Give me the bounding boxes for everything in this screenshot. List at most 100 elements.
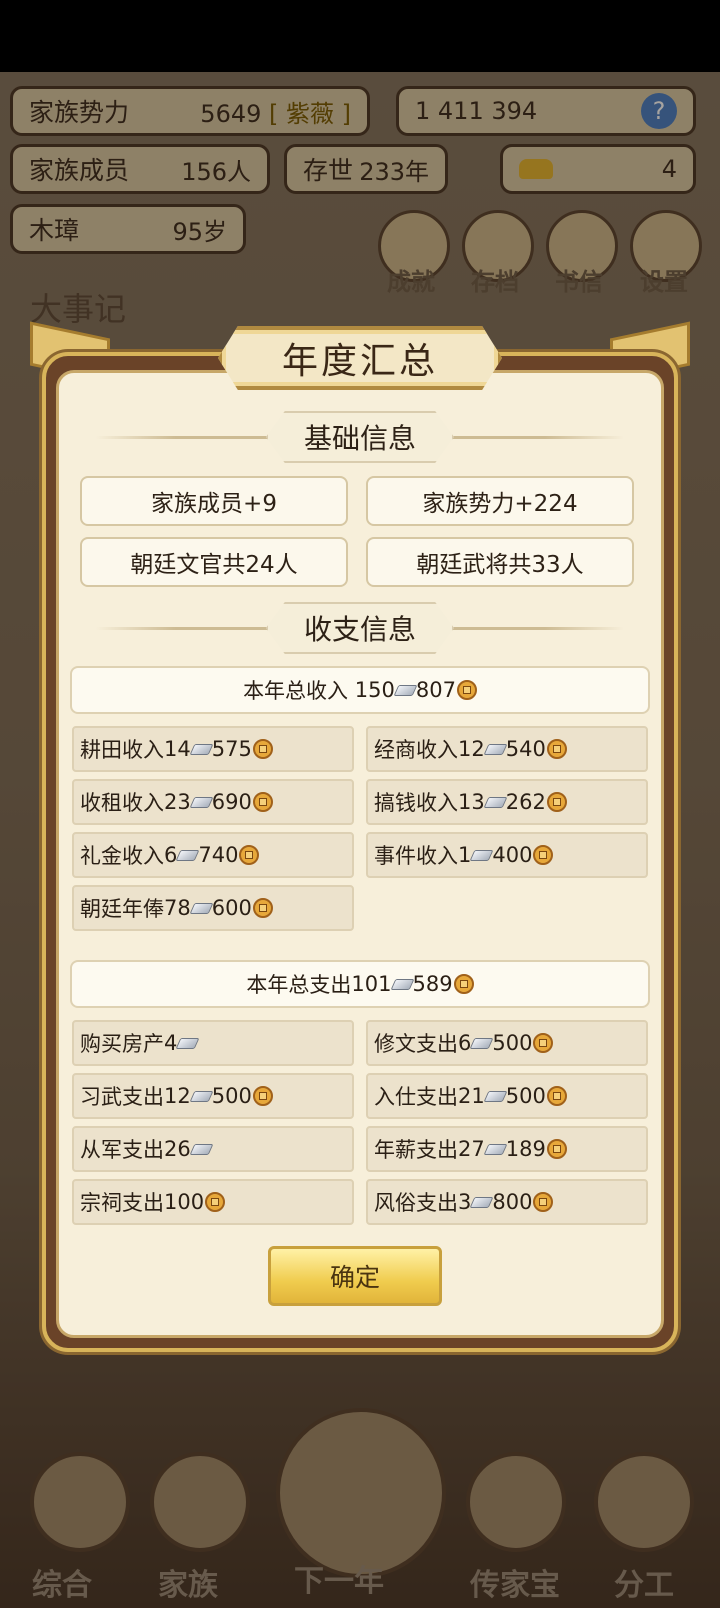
silver-ingot-icon [469,1037,494,1049]
expense-item-label: 宗祠支出 [80,1191,164,1215]
income-item-silver: 23 [164,790,191,814]
silver-ingot-icon [189,1143,214,1155]
expense-item-copper: 500 [492,1031,533,1055]
silver-ingot-icon [189,902,214,914]
income-item: 礼金收入 6 740 [72,832,354,878]
expense-item: 入仕支出 21 500 [366,1073,648,1119]
silver-ingot-icon [483,1090,508,1102]
basic-section-title: 基础信息 [265,411,454,463]
expense-item: 宗祠支出 100 [72,1179,354,1225]
status-bar [0,0,720,72]
silver-ingot-icon [483,1143,508,1155]
income-item-copper: 540 [505,737,546,761]
income-item-copper: 600 [211,896,252,920]
income-item-label: 事件收入 [374,844,458,868]
income-item-label: 朝廷年俸 [80,897,164,921]
expense-item-silver: 3 [458,1190,472,1214]
expense-item-silver: 6 [458,1031,472,1055]
expense-item: 修文支出 6 500 [366,1020,648,1066]
income-item: 耕田收入 14 575 [72,726,354,772]
expense-item-label: 年薪支出 [374,1138,458,1162]
finance-section-header: 收支信息 [96,602,624,654]
basic-info-civil: 朝廷文官共24人 [80,537,348,587]
expense-item-silver: 26 [164,1137,191,1161]
expense-item-copper: 100 [164,1190,205,1214]
expense-item-copper: 800 [492,1190,533,1214]
copper-coin-icon [533,1192,554,1212]
income-item: 经商收入 12 540 [366,726,648,772]
basic-info-members: 家族成员+9 [80,476,348,526]
confirm-label: 确定 [329,1263,380,1292]
income-total-copper: 807 [415,678,456,702]
silver-ingot-icon [175,1037,200,1049]
silver-ingot-icon [175,849,200,861]
silver-ingot-icon [189,796,214,808]
income-total-silver: 150 [354,678,395,702]
confirm-button[interactable]: 确定 [268,1246,442,1306]
income-total-row: 本年总收入 150 807 [70,666,650,714]
income-item-label: 经商收入 [374,738,458,762]
expense-item: 风俗支出 3 800 [366,1179,648,1225]
expense-item-silver: 4 [164,1031,178,1055]
copper-coin-icon [252,792,273,812]
copper-coin-icon [546,1086,567,1106]
income-item-copper: 575 [211,737,252,761]
copper-coin-icon [252,1086,273,1106]
modal-title-plaque: 年度汇总 [218,326,502,390]
copper-coin-icon [533,845,554,865]
finance-section-title: 收支信息 [265,602,454,654]
expense-item-label: 风俗支出 [374,1191,458,1215]
income-item-label: 礼金收入 [80,844,164,868]
silver-ingot-icon [483,796,508,808]
expense-item-silver: 21 [458,1084,485,1108]
silver-ingot-icon [189,1090,214,1102]
copper-coin-icon [252,739,273,759]
income-item-silver: 1 [458,843,472,867]
silver-ingot-icon [469,849,494,861]
copper-coin-icon [252,898,273,918]
basic-info-military: 朝廷武将共33人 [366,537,634,587]
expense-item: 从军支出 26 [72,1126,354,1172]
income-item-silver: 6 [164,843,178,867]
income-item-silver: 12 [458,737,485,761]
expense-item-copper: 500 [211,1084,252,1108]
income-item: 收租收入 23 690 [72,779,354,825]
income-item-label: 耕田收入 [80,738,164,762]
income-item-label: 收租收入 [80,791,164,815]
income-item: 搞钱收入 13 262 [366,779,648,825]
expense-item-label: 从军支出 [80,1138,164,1162]
expense-item-copper: 500 [505,1084,546,1108]
expense-item-copper: 189 [505,1137,546,1161]
income-total-label: 本年总收入 [243,679,349,703]
expense-item: 习武支出 12 500 [72,1073,354,1119]
income-item-copper: 740 [198,843,239,867]
income-item-copper: 262 [505,790,546,814]
expense-item-silver: 27 [458,1137,485,1161]
copper-coin-icon [533,1033,554,1053]
expense-item-label: 修文支出 [374,1032,458,1056]
silver-ingot-icon [390,978,414,990]
basic-info-power: 家族势力+224 [366,476,634,526]
income-item-copper: 690 [211,790,252,814]
expense-total-row: 本年总支出 101 589 [70,960,650,1008]
expense-item-silver: 12 [164,1084,191,1108]
expense-item-label: 习武支出 [80,1085,164,1109]
copper-coin-icon [205,1192,226,1212]
income-item: 事件收入 1 400 [366,832,648,878]
income-item-label: 搞钱收入 [374,791,458,815]
copper-coin-icon [456,680,477,700]
income-item-silver: 14 [164,737,191,761]
silver-ingot-icon [189,743,214,755]
income-item-copper: 400 [492,843,533,867]
silver-ingot-icon [469,1196,494,1208]
income-item-silver: 13 [458,790,485,814]
income-item-silver: 78 [164,896,191,920]
expense-item: 年薪支出 27 189 [366,1126,648,1172]
basic-section-header: 基础信息 [96,411,624,463]
expense-total-copper: 589 [412,972,453,996]
income-item: 朝廷年俸 78 600 [72,885,354,931]
expense-total-label: 本年总支出 [246,973,352,997]
copper-coin-icon [239,845,260,865]
silver-ingot-icon [483,743,508,755]
copper-coin-icon [546,739,567,759]
